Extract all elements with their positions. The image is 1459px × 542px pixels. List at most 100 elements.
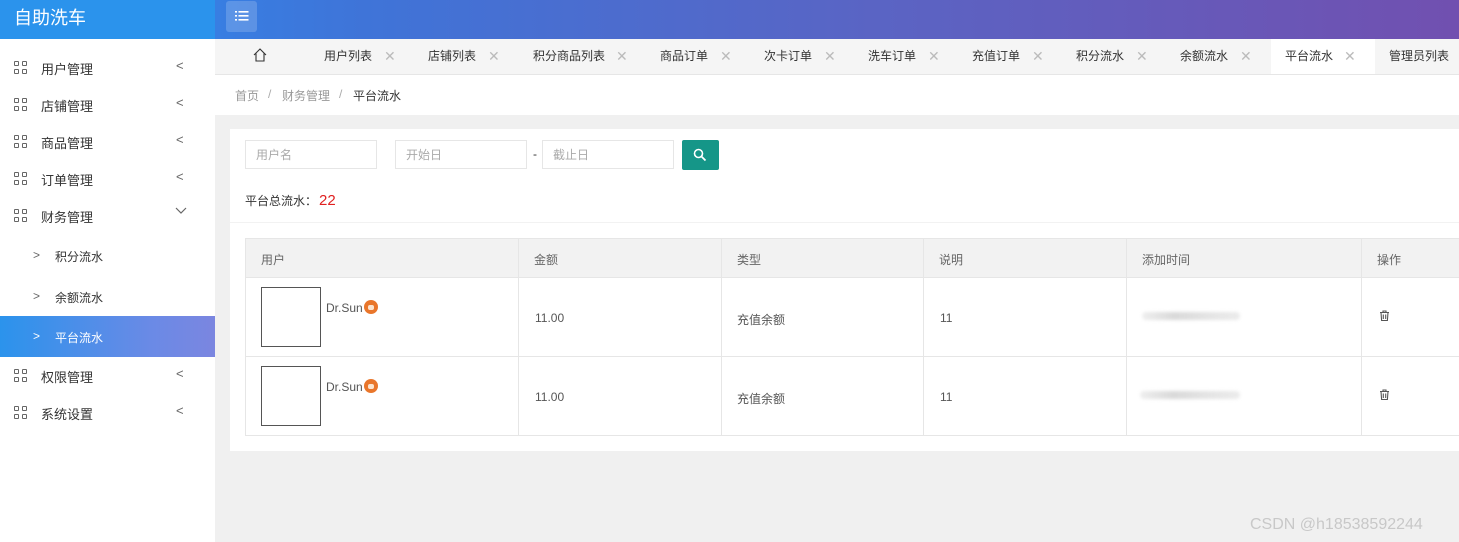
date-range-separator: - xyxy=(533,147,537,161)
tab-points-flow[interactable]: 积分流水 ✕ xyxy=(1063,39,1153,74)
user-name-text: Dr.Sun xyxy=(326,380,363,394)
tab-admin-list[interactable]: 管理员列表 xyxy=(1375,39,1459,74)
app-logo: 自助洗车 xyxy=(0,0,215,39)
tab-label: 洗车订单 xyxy=(868,49,917,63)
tab-card-orders[interactable]: 次卡订单 ✕ xyxy=(751,39,841,74)
column-header-added-time: 添加时间 xyxy=(1142,253,1191,267)
platform-total: 平台总流水： 22 xyxy=(245,192,336,209)
sidebar-item-label: 用户管理 xyxy=(41,62,94,77)
sidebar-item-finance-management[interactable]: 财务管理 xyxy=(0,197,215,234)
grid-icon xyxy=(14,61,28,75)
chevron-right-icon: > xyxy=(33,248,41,262)
sidebar-item-permission-management[interactable]: 权限管理 < xyxy=(0,357,215,394)
column-header-amount: 金额 xyxy=(534,253,559,267)
sidebar-subitem-balance-flow[interactable]: > 余额流水 xyxy=(0,276,215,317)
top-header xyxy=(0,0,1459,39)
sidebar-item-store-management[interactable]: 店铺管理 < xyxy=(0,86,215,123)
sidebar-item-label: 财务管理 xyxy=(41,210,94,225)
tab-balance-flow[interactable]: 余额流水 ✕ xyxy=(1167,39,1257,74)
redacted-time xyxy=(1142,312,1240,320)
home-icon[interactable] xyxy=(252,47,268,63)
table-border xyxy=(1361,238,1362,436)
breadcrumb-home[interactable]: 首页 xyxy=(235,87,259,104)
column-header-note: 说明 xyxy=(939,253,964,267)
user-name-text: Dr.Sun xyxy=(326,301,363,315)
sidebar-subitem-label: 余额流水 xyxy=(55,291,104,305)
tab-user-list[interactable]: 用户列表 ✕ xyxy=(311,39,401,74)
start-date-input[interactable] xyxy=(395,140,527,169)
table-border xyxy=(1126,238,1127,436)
table-border xyxy=(245,435,1459,436)
chevron-left-icon: < xyxy=(176,95,184,110)
tab-label: 商品订单 xyxy=(660,49,709,63)
breadcrumb-separator: / xyxy=(268,87,272,101)
close-icon[interactable]: ✕ xyxy=(1344,39,1356,73)
user-name: Dr.Sun xyxy=(326,300,378,315)
tab-store-list[interactable]: 店铺列表 ✕ xyxy=(415,39,505,74)
close-icon[interactable]: ✕ xyxy=(1032,39,1044,73)
chevron-left-icon: < xyxy=(176,58,184,73)
tab-label: 用户列表 xyxy=(324,49,373,63)
sidebar-item-product-management[interactable]: 商品管理 < xyxy=(0,123,215,160)
sidebar-item-system-settings[interactable]: 系统设置 < xyxy=(0,394,215,431)
content-panel xyxy=(230,129,1459,451)
chevron-down-icon xyxy=(175,203,187,218)
tab-home[interactable] xyxy=(240,39,298,74)
tab-label: 余额流水 xyxy=(1180,49,1229,63)
table-border xyxy=(245,238,246,436)
tab-product-orders[interactable]: 商品订单 ✕ xyxy=(647,39,737,74)
sidebar-subitem-points-flow[interactable]: > 积分流水 xyxy=(0,235,215,276)
tab-label: 积分商品列表 xyxy=(533,49,606,63)
tab-platform-flow[interactable]: 平台流水 ✕ xyxy=(1271,39,1375,74)
menu-toggle-button[interactable] xyxy=(226,1,257,32)
tab-recharge-orders[interactable]: 充值订单 ✕ xyxy=(959,39,1049,74)
close-icon[interactable]: ✕ xyxy=(1136,39,1148,73)
sidebar-item-label: 店铺管理 xyxy=(41,99,94,114)
breadcrumb-section[interactable]: 财务管理 xyxy=(282,87,330,104)
chevron-left-icon: < xyxy=(176,132,184,147)
sidebar-item-order-management[interactable]: 订单管理 < xyxy=(0,160,215,197)
chevron-left-icon: < xyxy=(176,169,184,184)
sidebar-item-user-management[interactable]: 用户管理 < xyxy=(0,49,215,86)
breadcrumb: 首页 / 财务管理 / 平台流水 xyxy=(215,75,1459,115)
grid-icon xyxy=(14,135,28,149)
tab-label: 平台流水 xyxy=(1285,49,1334,63)
sidebar-item-label: 订单管理 xyxy=(41,173,94,188)
search-button[interactable] xyxy=(682,140,719,170)
table-border xyxy=(923,238,924,436)
sidebar-item-label: 系统设置 xyxy=(41,407,94,422)
avatar xyxy=(261,287,321,347)
username-input[interactable] xyxy=(245,140,377,169)
table-border xyxy=(518,238,519,436)
close-icon[interactable]: ✕ xyxy=(384,39,396,73)
tab-wash-orders[interactable]: 洗车订单 ✕ xyxy=(855,39,945,74)
avatar xyxy=(261,366,321,426)
table-header xyxy=(245,238,1459,278)
close-icon[interactable]: ✕ xyxy=(928,39,940,73)
close-icon[interactable]: ✕ xyxy=(1240,39,1252,73)
amount-cell: 11.00 xyxy=(535,390,565,404)
trash-icon[interactable] xyxy=(1379,310,1390,321)
sidebar: 用户管理 < 店铺管理 < 商品管理 < 订单管理 < 财务管理 > 积分流水 … xyxy=(0,39,215,542)
close-icon[interactable]: ✕ xyxy=(616,39,628,73)
close-icon[interactable]: ✕ xyxy=(488,39,500,73)
trash-icon[interactable] xyxy=(1379,389,1390,400)
sidebar-item-label: 商品管理 xyxy=(41,136,94,151)
close-icon[interactable]: ✕ xyxy=(720,39,732,73)
grid-icon xyxy=(14,209,28,223)
chevron-left-icon: < xyxy=(176,366,184,381)
note-cell: 11 xyxy=(940,311,953,325)
platform-total-label: 平台总流水： xyxy=(245,194,318,208)
tiger-emoji-icon xyxy=(363,379,378,393)
redacted-time xyxy=(1140,391,1240,399)
end-date-input[interactable] xyxy=(542,140,674,169)
tab-label: 次卡订单 xyxy=(764,49,813,63)
sidebar-subitem-platform-flow[interactable]: > 平台流水 xyxy=(0,316,215,357)
column-header-type: 类型 xyxy=(737,253,762,267)
sidebar-subitem-label: 积分流水 xyxy=(55,250,104,264)
chevron-left-icon: < xyxy=(176,403,184,418)
tab-points-product-list[interactable]: 积分商品列表 ✕ xyxy=(520,39,632,74)
column-header-actions: 操作 xyxy=(1377,253,1402,267)
tab-label: 管理员列表 xyxy=(1389,49,1450,63)
close-icon[interactable]: ✕ xyxy=(824,39,836,73)
